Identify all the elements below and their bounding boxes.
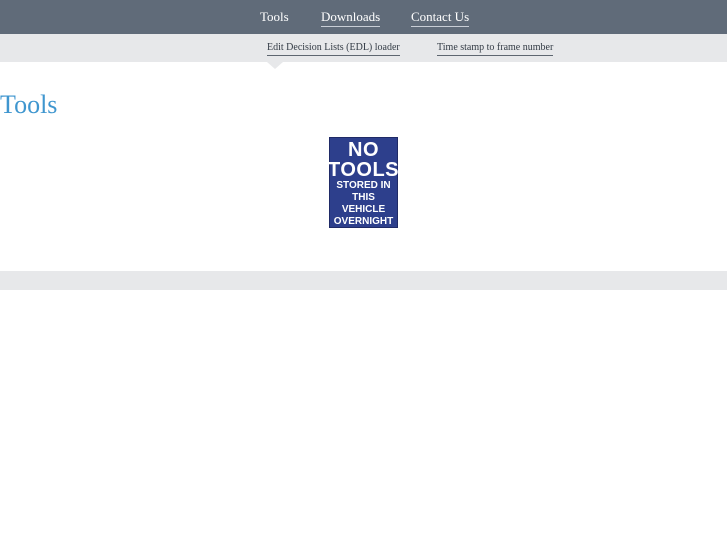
top-navigation: Tools Downloads Contact Us [0, 0, 727, 41]
sign-line: TOOLS [327, 159, 400, 181]
sign-line: STORED IN [336, 180, 391, 191]
subnav-item-timestamp-to-frame[interactable]: Time stamp to frame number [437, 42, 554, 56]
footer-band [0, 271, 727, 290]
sub-navigation: Edit Decision Lists (EDL) loader Time st… [0, 34, 727, 69]
sign-line: VEHICLE [341, 204, 386, 215]
nav-item-tools[interactable]: Tools [260, 9, 289, 26]
page-title: Tools [0, 90, 58, 119]
nav-item-contact-us[interactable]: Contact Us [411, 9, 470, 27]
no-tools-sign-image: NO TOOLS STORED IN THIS VEHICLE OVERNIGH… [327, 137, 400, 228]
sign-line: THIS [352, 192, 375, 203]
subnav-item-edl-loader[interactable]: Edit Decision Lists (EDL) loader [267, 42, 400, 56]
sign-line: OVERNIGHT [333, 216, 394, 227]
subnav-indicator [267, 62, 283, 69]
sign-line: NO [348, 139, 379, 161]
nav-item-downloads[interactable]: Downloads [321, 9, 381, 27]
